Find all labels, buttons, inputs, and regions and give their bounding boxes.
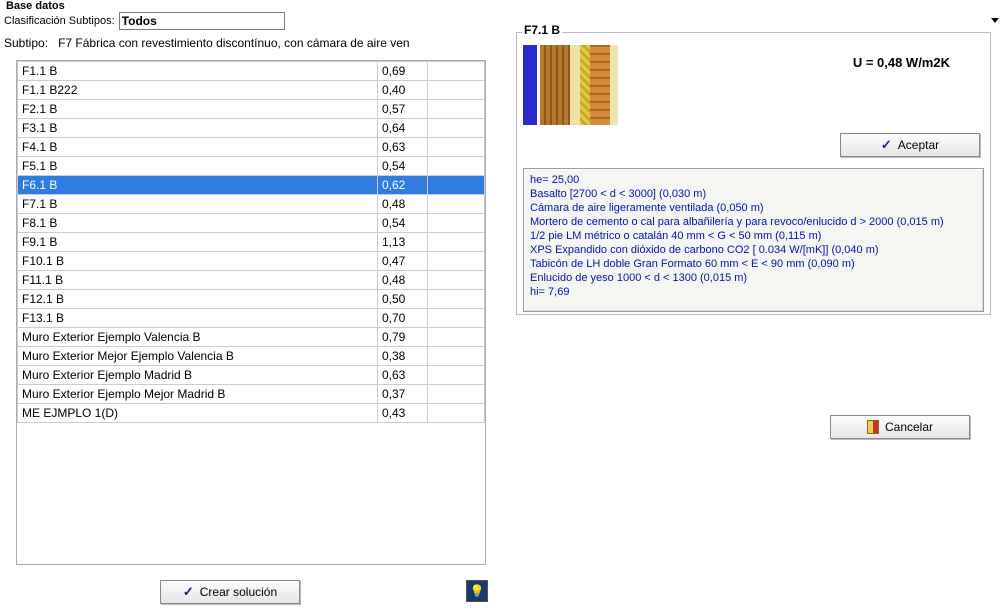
- table-row[interactable]: F11.1 B0,48: [18, 271, 485, 290]
- cancelar-label: Cancelar: [885, 420, 933, 434]
- row-name: F8.1 B: [18, 214, 378, 233]
- row-value: 0,54: [378, 157, 428, 176]
- table-row[interactable]: ME EJMPLO 1(D)0,43: [18, 404, 485, 423]
- table-row[interactable]: F9.1 B1,13: [18, 233, 485, 252]
- cancelar-button[interactable]: Cancelar: [830, 415, 970, 439]
- layer-line: Mortero de cemento o cal para albañilerí…: [530, 215, 977, 229]
- row-name: F9.1 B: [18, 233, 378, 252]
- hint-button[interactable]: 💡: [466, 580, 488, 602]
- aceptar-button[interactable]: Aceptar: [840, 133, 980, 157]
- wall-section-thumbnail: [523, 45, 618, 125]
- layer-line: Cámara de aire ligeramente ventilada (0,…: [530, 201, 977, 215]
- row-name: Muro Exterior Ejemplo Valencia B: [18, 328, 378, 347]
- layers-textbox[interactable]: he= 25,00Basalto [2700 < d < 3000] (0,03…: [523, 168, 984, 312]
- row-value: 0,63: [378, 366, 428, 385]
- clasif-label: Clasificación Subtipos:: [4, 15, 115, 27]
- row-name: ME EJMPLO 1(D): [18, 404, 378, 423]
- row-value: 0,54: [378, 214, 428, 233]
- row-value: 0,69: [378, 62, 428, 81]
- row-name: F10.1 B: [18, 252, 378, 271]
- subtipo-description: Subtipo: F7 Fábrica con revestimiento di…: [4, 36, 516, 50]
- row-value: 0,47: [378, 252, 428, 271]
- row-value: 0,48: [378, 271, 428, 290]
- detail-frame: U = 0,48 W/m2K Aceptar he= 25,00Basalto …: [516, 32, 991, 315]
- u-value: U = 0,48 W/m2K: [853, 55, 950, 70]
- table-row[interactable]: F1.1 B2220,40: [18, 81, 485, 100]
- row-name: F1.1 B222: [18, 81, 378, 100]
- subtipo-prefix: Subtipo:: [4, 36, 48, 50]
- table-row[interactable]: F7.1 B0,48: [18, 195, 485, 214]
- table-row[interactable]: Muro Exterior Ejemplo Valencia B0,79: [18, 328, 485, 347]
- row-name: Muro Exterior Ejemplo Madrid B: [18, 366, 378, 385]
- table-row[interactable]: F6.1 B0,62: [18, 176, 485, 195]
- row-value: 0,64: [378, 119, 428, 138]
- layer-line: Enlucido de yeso 1000 < d < 1300 (0,015 …: [530, 271, 977, 285]
- check-icon: [183, 584, 194, 600]
- row-name: F7.1 B: [18, 195, 378, 214]
- row-name: Muro Exterior Ejemplo Mejor Madrid B: [18, 385, 378, 404]
- row-name: F4.1 B: [18, 138, 378, 157]
- row-value: 0,37: [378, 385, 428, 404]
- row-value: 0,79: [378, 328, 428, 347]
- row-value: 0,57: [378, 100, 428, 119]
- clasif-select[interactable]: [119, 12, 285, 30]
- table-row[interactable]: F2.1 B0,57: [18, 100, 485, 119]
- solutions-table[interactable]: F1.1 B0,69F1.1 B2220,40F2.1 B0,57F3.1 B0…: [16, 60, 486, 565]
- row-value: 0,62: [378, 176, 428, 195]
- row-name: F3.1 B: [18, 119, 378, 138]
- row-name: Muro Exterior Mejor Ejemplo Valencia B: [18, 347, 378, 366]
- check-icon: [881, 137, 892, 153]
- crear-solucion-button[interactable]: Crear solución: [160, 580, 300, 604]
- table-row[interactable]: F5.1 B0,54: [18, 157, 485, 176]
- row-value: 0,38: [378, 347, 428, 366]
- layer-line: hi= 7,69: [530, 285, 977, 299]
- row-name: F1.1 B: [18, 62, 378, 81]
- row-name: F5.1 B: [18, 157, 378, 176]
- layer-line: Tabicón de LH doble Gran Formato 60 mm <…: [530, 257, 977, 271]
- groupbox-title: Base datos: [4, 0, 67, 12]
- table-row[interactable]: F13.1 B0,70: [18, 309, 485, 328]
- door-icon: [867, 420, 879, 434]
- row-name: F13.1 B: [18, 309, 378, 328]
- lightbulb-icon: 💡: [470, 584, 485, 598]
- layer-line: 1/2 pie LM métrico o catalán 40 mm < G <…: [530, 229, 977, 243]
- subtipo-text: F7 Fábrica con revestimiento discontínuo…: [58, 36, 410, 50]
- row-value: 0,40: [378, 81, 428, 100]
- row-name: F6.1 B: [18, 176, 378, 195]
- table-row[interactable]: F8.1 B0,54: [18, 214, 485, 233]
- detail-panel: F7.1 B U = 0,48 W/m2K Aceptar he= 25,00B…: [516, 25, 991, 315]
- table-row[interactable]: Muro Exterior Ejemplo Mejor Madrid B0,37: [18, 385, 485, 404]
- detail-title: F7.1 B: [522, 23, 562, 37]
- layer-line: Basalto [2700 < d < 3000] (0,030 m): [530, 187, 977, 201]
- table-row[interactable]: Muro Exterior Ejemplo Madrid B0,63: [18, 366, 485, 385]
- table-row[interactable]: F10.1 B0,47: [18, 252, 485, 271]
- row-value: 1,13: [378, 233, 428, 252]
- aceptar-label: Aceptar: [898, 138, 939, 152]
- row-name: F2.1 B: [18, 100, 378, 119]
- table-row[interactable]: F3.1 B0,64: [18, 119, 485, 138]
- row-value: 0,43: [378, 404, 428, 423]
- layer-line: XPS Expandido con dióxido de carbono CO2…: [530, 243, 977, 257]
- row-name: F12.1 B: [18, 290, 378, 309]
- row-value: 0,63: [378, 138, 428, 157]
- table-row[interactable]: F4.1 B0,63: [18, 138, 485, 157]
- row-value: 0,70: [378, 309, 428, 328]
- row-value: 0,48: [378, 195, 428, 214]
- table-row[interactable]: Muro Exterior Mejor Ejemplo Valencia B0,…: [18, 347, 485, 366]
- table-row[interactable]: F1.1 B0,69: [18, 62, 485, 81]
- layer-line: he= 25,00: [530, 173, 977, 187]
- crear-label: Crear solución: [200, 585, 277, 599]
- row-value: 0,50: [378, 290, 428, 309]
- table-row[interactable]: F12.1 B0,50: [18, 290, 485, 309]
- row-name: F11.1 B: [18, 271, 378, 290]
